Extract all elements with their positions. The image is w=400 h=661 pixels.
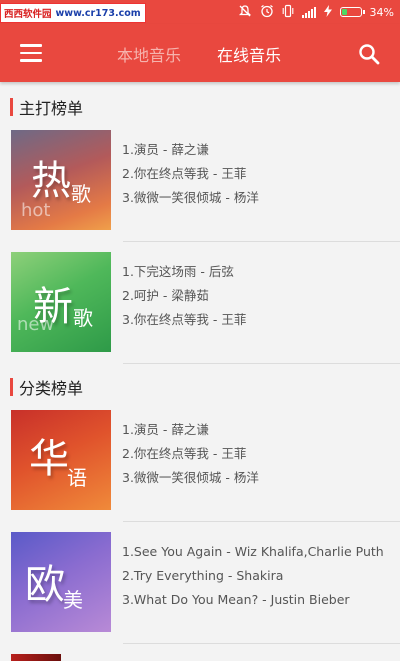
cover-big-char: 华 xyxy=(29,436,69,482)
song-list: 1.演员 - 薛之谦 2.你在终点等我 - 王菲 3.微微一笑很倾城 - 杨洋 xyxy=(122,138,259,210)
tab-local-music[interactable]: 本地音乐 xyxy=(117,42,181,66)
section-title-featured: 主打榜单 xyxy=(10,96,83,118)
chart-cover-hot[interactable]: 热 歌 hot xyxy=(11,130,111,230)
chart-card-chinese[interactable]: 华 语 1.演员 - 薛之谦 2.你在终点等我 - 王菲 3.微微一笑很倾城 -… xyxy=(0,400,400,522)
signal-icon xyxy=(301,6,316,18)
song-item[interactable]: 1.下完这场雨 - 后弦 xyxy=(122,260,246,284)
next-chart-cover-partial[interactable] xyxy=(11,654,61,661)
divider xyxy=(123,363,400,364)
song-item[interactable]: 2.你在终点等我 - 王菲 xyxy=(122,162,259,186)
battery-percentage: 34% xyxy=(369,5,394,19)
status-bar: 西西软件园 www.cr173.com 34% xyxy=(0,0,400,24)
alarm-icon xyxy=(260,4,274,21)
hamburger-menu-icon[interactable] xyxy=(20,44,42,62)
vibrate-icon xyxy=(282,4,294,21)
cover-latin-text: hot xyxy=(21,200,51,221)
chart-card-new[interactable]: 新 歌 new 1.下完这场雨 - 后弦 2.呵护 - 梁静茹 3.你在终点等我… xyxy=(0,242,400,364)
chart-cover-chinese[interactable]: 华 语 xyxy=(11,410,111,510)
cover-small-char: 歌 xyxy=(71,182,91,206)
section-title-text: 主打榜单 xyxy=(19,99,84,118)
song-list: 1.下完这场雨 - 后弦 2.呵护 - 梁静茹 3.你在终点等我 - 王菲 xyxy=(122,260,246,332)
search-icon[interactable] xyxy=(358,43,380,65)
watermark-url: www.cr173.com xyxy=(55,7,141,19)
divider xyxy=(123,643,400,644)
cover-latin-text: new xyxy=(17,314,55,335)
song-item[interactable]: 3.微微一笑很倾城 - 杨洋 xyxy=(122,186,259,210)
charging-icon xyxy=(323,4,332,20)
tab-online-music[interactable]: 在线音乐 xyxy=(217,42,281,66)
chart-card-hot[interactable]: 热 歌 hot 1.演员 - 薛之谦 2.你在终点等我 - 王菲 3.微微一笑很… xyxy=(0,120,400,242)
song-item[interactable]: 1.See You Again - Wiz Khalifa,Charlie Pu… xyxy=(122,540,384,564)
song-item[interactable]: 3.What Do You Mean? - Justin Bieber xyxy=(122,588,384,612)
cover-small-char: 语 xyxy=(67,466,87,490)
section-accent-bar xyxy=(10,378,13,396)
watermark-site-name: 西西软件园 xyxy=(4,9,52,20)
battery-icon xyxy=(339,7,365,17)
app-toolbar: 本地音乐 在线音乐 xyxy=(0,24,400,82)
song-item[interactable]: 2.你在终点等我 - 王菲 xyxy=(122,442,259,466)
chart-cover-western[interactable]: 欧 美 xyxy=(11,532,111,632)
song-item[interactable]: 3.你在终点等我 - 王菲 xyxy=(122,308,246,332)
section-accent-bar xyxy=(10,98,13,116)
song-item[interactable]: 2.Try Everything - Shakira xyxy=(122,564,384,588)
watermark: 西西软件园 www.cr173.com xyxy=(0,3,146,23)
song-item[interactable]: 1.演员 - 薛之谦 xyxy=(122,138,259,162)
mute-icon xyxy=(238,4,252,21)
song-list: 1.演员 - 薛之谦 2.你在终点等我 - 王菲 3.微微一笑很倾城 - 杨洋 xyxy=(122,418,259,490)
cover-big-char: 欧 xyxy=(25,562,65,608)
section-title-categories: 分类榜单 xyxy=(10,376,83,398)
song-item[interactable]: 1.演员 - 薛之谦 xyxy=(122,418,259,442)
chart-card-western[interactable]: 欧 美 1.See You Again - Wiz Khalifa,Charli… xyxy=(0,522,400,644)
cover-small-char: 美 xyxy=(63,588,83,612)
section-title-text: 分类榜单 xyxy=(19,379,84,398)
song-item[interactable]: 2.呵护 - 梁静茹 xyxy=(122,284,246,308)
song-list: 1.See You Again - Wiz Khalifa,Charlie Pu… xyxy=(122,540,384,612)
song-item[interactable]: 3.微微一笑很倾城 - 杨洋 xyxy=(122,466,259,490)
cover-big-char: 热 xyxy=(31,158,71,204)
cover-small-char: 歌 xyxy=(73,306,93,330)
chart-cover-new[interactable]: 新 歌 new xyxy=(11,252,111,352)
